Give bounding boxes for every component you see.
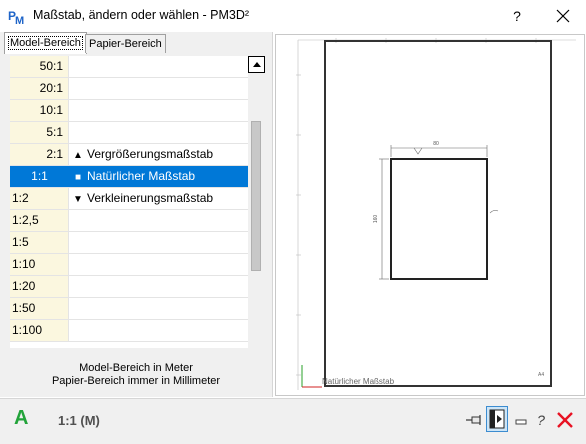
scale-value: 1:2 <box>10 188 69 209</box>
window-title: Maßstab, ändern oder wählen - PM3D² <box>33 8 250 22</box>
scale-value: 1:100 <box>10 320 69 341</box>
scroll-thumb[interactable] <box>251 121 261 271</box>
scale-row[interactable]: 5:1 <box>10 122 248 144</box>
unit-info: Model-Bereich in Meter Papier-Bereich im… <box>0 362 272 388</box>
surface-mark <box>489 210 499 214</box>
sheet-format-label: A4 <box>538 372 544 378</box>
ruler-lines <box>296 38 576 390</box>
scale-value: 1:5 <box>10 232 69 253</box>
info-line-model: Model-Bereich in Meter <box>79 362 193 374</box>
tab-label: Papier-Bereich <box>89 38 162 50</box>
svg-text:M: M <box>15 15 24 25</box>
natural-square-icon: ■ <box>74 172 82 183</box>
enlarge-triangle-icon: ▲ <box>73 150 83 161</box>
scale-row[interactable]: 50:1 <box>10 56 248 78</box>
dock-panel-button[interactable] <box>486 406 508 432</box>
scale-value: 10:1 <box>10 100 69 121</box>
scale-list[interactable]: 50:1 20:1 10:1 5:1 2:1 ▲ Vergrößerungsmaß… <box>10 56 248 348</box>
tab-label: Model-Bereich <box>8 36 83 50</box>
minimize-icon[interactable] <box>514 409 528 431</box>
scale-description: ■ Natürlicher Maßstab <box>72 166 195 187</box>
scale-row[interactable]: 20:1 <box>10 78 248 100</box>
tab-model-bereich[interactable]: Model-Bereich <box>4 32 87 54</box>
svg-text:?: ? <box>537 412 545 428</box>
current-scale-display: 1:1 (M) <box>58 413 100 428</box>
scale-row[interactable]: 1:50 <box>10 298 248 320</box>
pin-icon[interactable] <box>464 409 484 431</box>
title-help-button[interactable]: ? <box>500 0 534 32</box>
cancel-icon[interactable] <box>555 409 575 431</box>
scale-value: 1:20 <box>10 276 69 297</box>
width-dimension <box>390 145 488 157</box>
mode-letter: A <box>14 407 29 429</box>
list-scrollbar[interactable] <box>248 56 265 348</box>
info-line-paper: Papier-Bereich immer in Millimeter <box>51 375 221 387</box>
reduce-triangle-icon: ▼ <box>73 194 83 205</box>
drawing-preview-canvas: 80 160 Natürlicher Maßstab A4 <box>296 38 576 390</box>
scale-row[interactable]: 1:100 <box>10 320 248 342</box>
height-dimension <box>379 158 389 280</box>
height-dimension-label: 160 <box>373 215 379 224</box>
scale-value: 5:1 <box>10 122 69 143</box>
tab-strip: Model-Bereich Papier-Bereich <box>0 32 272 54</box>
scale-row-selected[interactable]: 1:1 ■ Natürlicher Maßstab <box>10 166 248 188</box>
app-logo-icon: P M <box>8 7 26 25</box>
scroll-up-arrow-icon[interactable] <box>248 56 265 73</box>
scale-row[interactable]: 1:2,5 <box>10 210 248 232</box>
scale-value: 1:10 <box>10 254 69 275</box>
status-bar: A 1:1 (M) ? <box>0 398 586 444</box>
scale-description: ▲ Vergrößerungsmaßstab <box>72 144 213 165</box>
sheet-border <box>324 40 552 387</box>
scale-value: 1:2,5 <box>10 210 69 231</box>
scale-row[interactable]: 1:20 <box>10 276 248 298</box>
scale-row[interactable]: 2:1 ▲ Vergrößerungsmaßstab <box>10 144 248 166</box>
scale-row[interactable]: 1:2 ▼ Verkleinerungsmaßstab <box>10 188 248 210</box>
scale-value: 50:1 <box>10 56 69 77</box>
dock-panel-icon <box>489 409 505 429</box>
width-dimension-label: 80 <box>433 141 439 147</box>
scale-value: 20:1 <box>10 78 69 99</box>
origin-axes <box>301 365 322 388</box>
preview-footer-label: Natürlicher Maßstab <box>322 377 395 386</box>
scale-row[interactable]: 10:1 <box>10 100 248 122</box>
close-icon <box>556 9 570 23</box>
drawn-rectangle <box>390 158 488 280</box>
window-close-button[interactable] <box>540 0 586 32</box>
scale-value: 1:1 <box>10 166 69 187</box>
scale-row[interactable]: 1:10 <box>10 254 248 276</box>
drawing-preview: 80 160 Natürlicher Maßstab A4 <box>275 34 585 396</box>
scale-row[interactable]: 1:5 <box>10 232 248 254</box>
scale-value: 1:50 <box>10 298 69 319</box>
scale-description: ▼ Verkleinerungsmaßstab <box>72 188 213 209</box>
title-bar: P M Maßstab, ändern oder wählen - PM3D² … <box>0 0 586 32</box>
scale-value: 2:1 <box>10 144 69 165</box>
help-icon[interactable]: ? <box>535 409 547 431</box>
tab-papier-bereich[interactable]: Papier-Bereich <box>85 34 166 53</box>
